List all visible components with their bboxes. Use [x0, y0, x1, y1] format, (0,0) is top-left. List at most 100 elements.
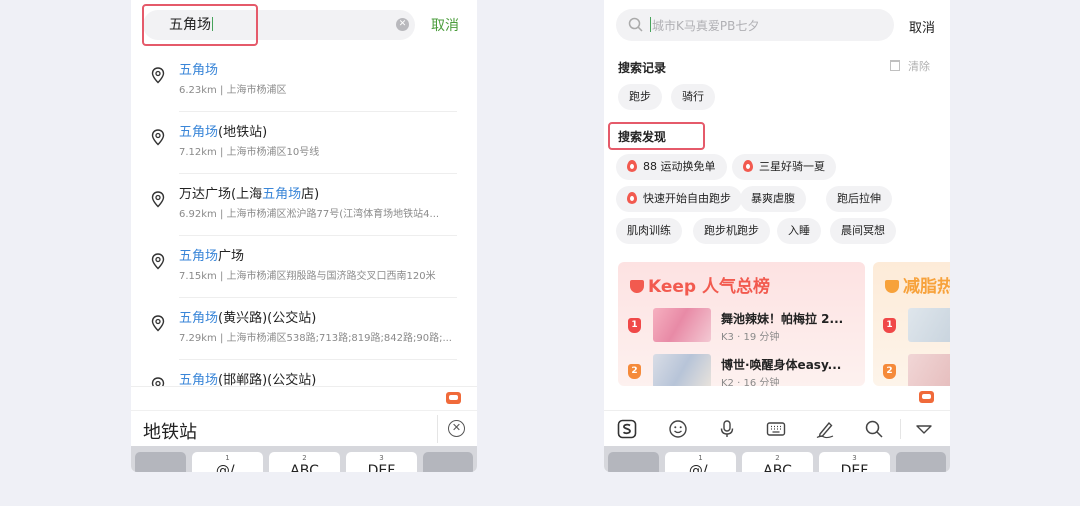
keyboard-logo-icon[interactable] — [446, 392, 461, 404]
keyboard-logo-icon[interactable] — [919, 391, 934, 403]
result-title: 五角场 — [179, 63, 219, 78]
workout-meta: K2 · 16 分钟 — [721, 378, 780, 386]
keyboard-key[interactable]: 1 @/. — [192, 452, 263, 472]
discover-chip[interactable]: 入睡 — [777, 218, 821, 244]
rank-badge: 2 — [883, 364, 896, 379]
backspace-key[interactable] — [896, 452, 946, 472]
location-pin-icon — [151, 191, 165, 208]
result-item[interactable]: 万达广场(上海五角场店) 6.92km | 上海市杨浦区淞沪路77号(江湾体育场… — [131, 174, 477, 236]
right-screen: 城市K马真爱PB七夕 取消 搜索记录 清除 跑步 骑行 搜索发现 88 运动换免… — [604, 0, 950, 472]
annotation-highlight-box — [608, 122, 705, 150]
discover-chip[interactable]: 暴爽虐腹 — [740, 186, 806, 212]
keyboard: 1 @/. 2 ABC 3 DEF — [604, 446, 950, 472]
divider — [437, 415, 438, 443]
trophy-icon — [630, 280, 644, 293]
collapse-keyboard-icon[interactable] — [914, 419, 934, 439]
result-address: 7.29km | 上海市杨浦区538路;713路;819路;842路;90路;.… — [179, 333, 452, 344]
candidate-bar: 地铁站 ✕ — [131, 410, 477, 446]
ranking-item[interactable]: 1 — [883, 308, 950, 348]
discover-chip[interactable]: 跑后拉伸 — [826, 186, 892, 212]
divider — [900, 419, 901, 439]
result-item[interactable]: 五角场(地铁站) 7.12km | 上海市杨浦区10号线 — [131, 112, 477, 174]
result-address: 6.23km | 上海市杨浦区 — [179, 85, 287, 96]
keyboard-key[interactable]: 2 ABC — [742, 452, 813, 472]
discover-chip[interactable]: 晨间冥想 — [830, 218, 896, 244]
keyboard-key[interactable] — [608, 452, 659, 472]
search-bar[interactable]: 城市K马真爱PB七夕 — [616, 9, 894, 41]
hot-flame-icon — [627, 192, 637, 204]
sogou-logo-icon[interactable] — [617, 419, 637, 439]
hot-flame-icon — [743, 160, 753, 172]
result-item[interactable]: 五角场(黄兴路)(公交站) 7.29km | 上海市杨浦区538路;713路;8… — [131, 298, 477, 360]
workout-thumbnail — [653, 354, 711, 386]
keyboard-toolbar — [604, 410, 950, 446]
ranking-title: Keep 人气总榜 — [630, 272, 770, 297]
trash-icon — [890, 60, 900, 71]
keyboard-key[interactable]: 2 ABC — [269, 452, 340, 472]
workout-name: 博世·唤醒身体easy... — [721, 358, 842, 372]
history-chip[interactable]: 骑行 — [671, 84, 715, 110]
location-pin-icon — [151, 253, 165, 270]
ranking-card[interactable]: 减脂热 1 2 — [873, 262, 950, 386]
left-screen: 五角场 ✕ 取消 五角场 6.23km | 上海市杨浦区 五角场(地铁站) 7.… — [131, 0, 477, 472]
microphone-icon[interactable] — [717, 419, 737, 439]
result-title: 五角场(黄兴路)(公交站) — [179, 311, 317, 326]
rank-badge: 1 — [883, 318, 896, 333]
emoji-icon[interactable] — [668, 419, 688, 439]
workout-thumbnail — [653, 308, 711, 342]
keyboard-icon[interactable] — [766, 419, 786, 439]
keyboard-key[interactable] — [135, 452, 186, 472]
history-title: 搜索记录 — [618, 61, 667, 75]
discover-chip[interactable]: 88 运动换免单 — [616, 154, 727, 180]
ranking-item[interactable]: 2 — [883, 354, 950, 386]
text-cursor — [650, 17, 651, 32]
search-results-list: 五角场 6.23km | 上海市杨浦区 五角场(地铁站) 7.12km | 上海… — [131, 50, 477, 422]
trophy-icon — [885, 280, 899, 293]
handwriting-icon[interactable] — [815, 419, 835, 439]
discover-chip[interactable]: 快速开始自由跑步 — [616, 186, 742, 212]
location-pin-icon — [151, 315, 165, 332]
keyboard-top-strip — [131, 386, 477, 410]
search-placeholder[interactable]: 城市K马真爱PB七夕 — [652, 17, 759, 34]
ranking-card[interactable]: Keep 人气总榜 1 舞池辣妹！帕梅拉 2... K3 · 19 分钟 2 博… — [618, 262, 865, 386]
keyboard-key[interactable]: 3 DEF — [819, 452, 890, 472]
cancel-button[interactable]: 取消 — [909, 17, 935, 36]
discover-chip[interactable]: 三星好骑一夏 — [732, 154, 836, 180]
annotation-highlight-box — [142, 4, 258, 46]
rank-badge: 2 — [628, 364, 641, 379]
ranking-item[interactable]: 2 博世·唤醒身体easy... K2 · 16 分钟 — [628, 354, 858, 386]
ranking-item[interactable]: 1 舞池辣妹！帕梅拉 2... K3 · 19 分钟 — [628, 308, 858, 348]
close-candidates-icon[interactable]: ✕ — [448, 420, 465, 437]
workout-thumbnail — [908, 308, 950, 342]
clear-history-button[interactable]: 清除 — [890, 58, 930, 74]
history-chip[interactable]: 跑步 — [618, 84, 662, 110]
keyboard-top-strip — [604, 386, 950, 410]
search-icon — [628, 17, 643, 32]
result-title: 五角场(地铁站) — [179, 125, 268, 140]
result-address: 6.92km | 上海市杨浦区淞沪路77号(江湾体育场地铁站4... — [179, 209, 440, 220]
rank-badge: 1 — [628, 318, 641, 333]
location-pin-icon — [151, 129, 165, 146]
keyboard-key[interactable]: 1 @/. — [665, 452, 736, 472]
cancel-button[interactable]: 取消 — [431, 15, 459, 35]
search-icon[interactable] — [864, 419, 884, 439]
discover-chip[interactable]: 跑步机跑步 — [693, 218, 770, 244]
candidate-word[interactable]: 地铁站 — [143, 418, 197, 444]
result-address: 7.15km | 上海市杨浦区翔殷路与国济路交叉口西南120米 — [179, 271, 436, 282]
location-pin-icon — [151, 67, 165, 84]
keyboard: 1 @/. 2 ABC 3 DEF — [131, 446, 477, 472]
result-address: 7.12km | 上海市杨浦区10号线 — [179, 147, 320, 158]
result-title: 五角场广场 — [179, 249, 245, 264]
result-title: 万达广场(上海五角场店) — [179, 187, 320, 202]
backspace-key[interactable] — [423, 452, 473, 472]
keyboard-key[interactable]: 3 DEF — [346, 452, 417, 472]
clear-input-icon[interactable]: ✕ — [396, 18, 409, 31]
ranking-title: 减脂热 — [885, 272, 950, 297]
workout-name: 舞池辣妹！帕梅拉 2... — [721, 312, 844, 326]
workout-thumbnail — [908, 354, 950, 386]
result-item[interactable]: 五角场广场 7.15km | 上海市杨浦区翔殷路与国济路交叉口西南120米 — [131, 236, 477, 298]
discover-chip[interactable]: 肌肉训练 — [616, 218, 682, 244]
hot-flame-icon — [627, 160, 637, 172]
workout-meta: K3 · 19 分钟 — [721, 332, 780, 343]
result-item[interactable]: 五角场 6.23km | 上海市杨浦区 — [131, 50, 477, 112]
